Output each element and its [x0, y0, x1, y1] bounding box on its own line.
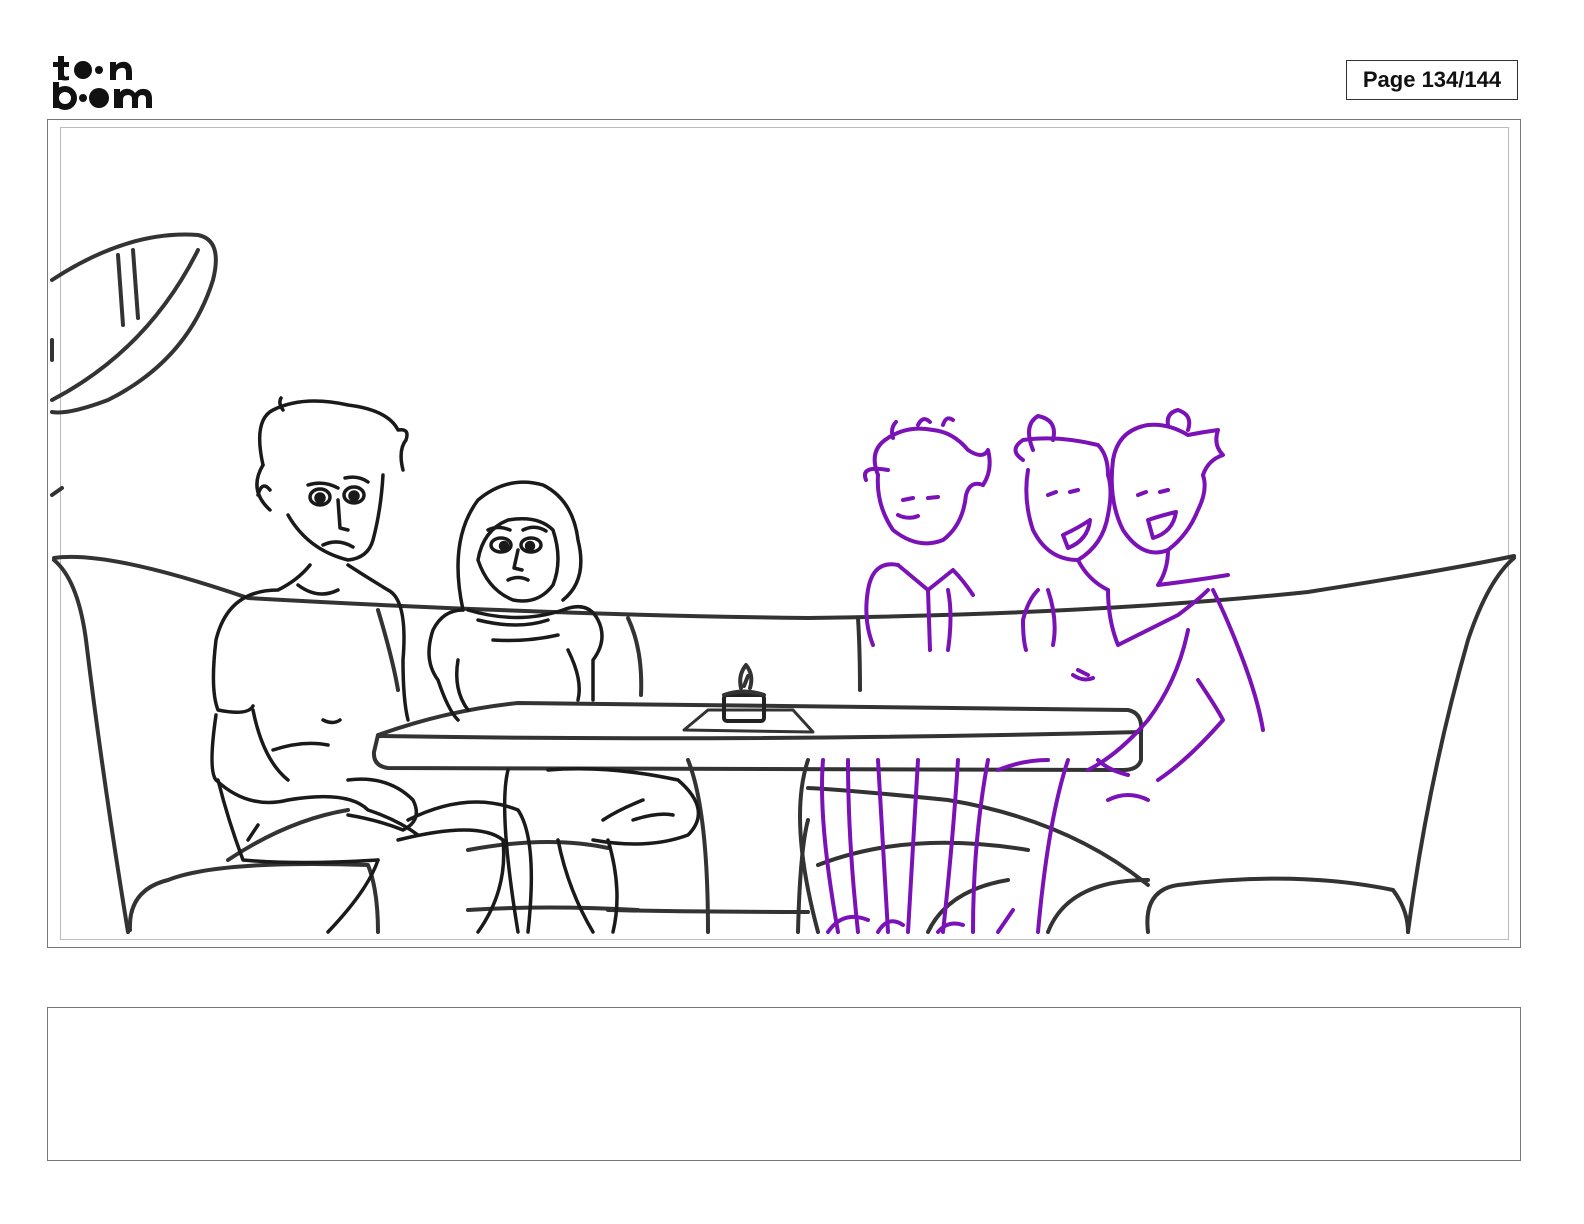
character-woman-sketch [427, 480, 701, 934]
booth-bench-sketch [52, 554, 1516, 934]
storyboard-panel [47, 119, 1521, 948]
toon-boom-logo-mark: toon [53, 56, 152, 110]
plant-leaf-sketch [50, 232, 218, 497]
panel-drawing [50, 232, 1516, 934]
table-sketch [371, 663, 1144, 772]
toon-boom-logo: toon [50, 52, 166, 112]
page-counter: Page 134/144 [1346, 60, 1518, 100]
caption-box[interactable] [47, 1007, 1521, 1161]
page-counter-label: Page 134/144 [1362, 67, 1502, 92]
character-man-sketch [210, 396, 534, 934]
character-rough-group-sketch [820, 408, 1265, 934]
